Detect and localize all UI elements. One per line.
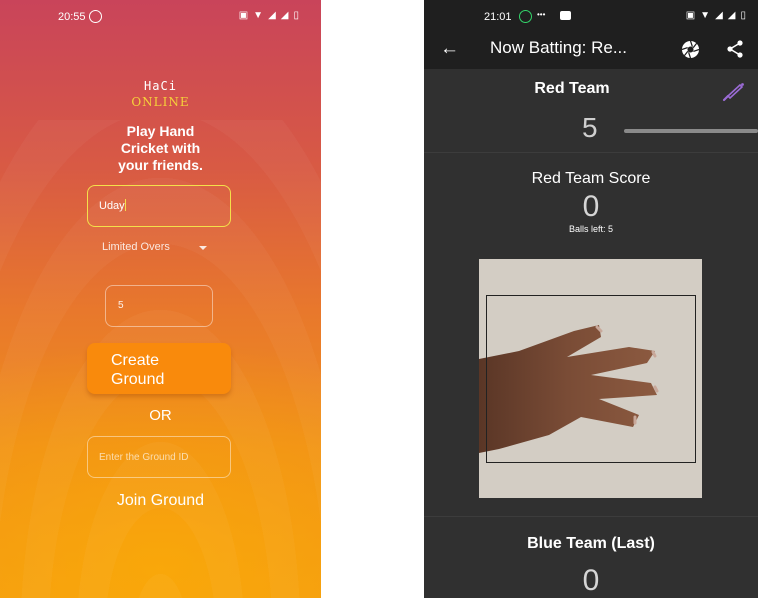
balls-left-text: Balls left: 5 (568, 224, 614, 234)
signal-icon-2: ◢ (727, 10, 736, 21)
create-ground-button[interactable]: Create Ground (87, 343, 231, 394)
score-label: Red Team Score (531, 170, 651, 187)
tagline-line: Cricket with (120, 140, 201, 156)
create-ground-screen: 20:55 ▣ ▼ ◢ ◢ ▯ HaCi ONLINE Play Hand Cr… (0, 0, 321, 598)
signal-icon: ◢ (715, 10, 723, 21)
status-bar: 21:01 ••• ▣ ▼ ◢ ◢ ▯ (424, 0, 758, 32)
app-bar: ← Now Batting: Re... (424, 32, 758, 69)
status-icons: ▣ ▼ ◢ ◢ ▯ (686, 11, 746, 21)
tagline-line: your friends. (118, 157, 203, 173)
tagline: Play Hand Cricket with your friends. (0, 123, 321, 174)
nfc-icon: ▣ (238, 10, 249, 21)
wifi-icon: ▼ (700, 10, 711, 21)
status-bar: 20:55 ▣ ▼ ◢ ◢ ▯ (0, 0, 321, 32)
back-arrow-icon[interactable]: ← (440, 38, 459, 60)
network-speed-icon: ••• (537, 10, 546, 19)
share-icon[interactable] (726, 39, 744, 59)
nfc-icon: ▣ (685, 10, 696, 21)
game-mode-dropdown[interactable]: Limited Overs (102, 241, 170, 253)
battery-icon: ▯ (293, 10, 299, 21)
opponent-team-name: Blue Team (Last) (527, 535, 655, 552)
wifi-icon: ▼ (253, 10, 264, 21)
create-button-label: Ground (111, 371, 165, 388)
player-name-value: Uday (99, 200, 125, 212)
dropdown-arrow-icon[interactable] (199, 246, 207, 250)
page-title: Now Batting: Re... (490, 38, 628, 57)
logo-line-1: HaCi (144, 79, 177, 93)
cricket-bat-icon (722, 83, 744, 102)
status-icons: ▣ ▼ ◢ ◢ ▯ (239, 11, 299, 21)
balls-selected-value: 5 (582, 112, 598, 143)
section-divider (424, 516, 758, 517)
logo-line-2: ONLINE (131, 95, 190, 109)
batting-team-name: Red Team (534, 80, 610, 97)
create-button-label: Create (111, 352, 160, 369)
match-screen: 21:01 ••• ▣ ▼ ◢ ◢ ▯ ← Now Batting: Re... (424, 0, 758, 598)
hand-detection-box (486, 295, 696, 463)
balls-slider[interactable] (624, 129, 758, 133)
score-value: 0 (582, 190, 600, 223)
opponent-score: 0 (582, 564, 600, 597)
player-name-input[interactable]: Uday (87, 185, 231, 227)
camera-status-icon (560, 11, 571, 20)
status-time: 21:01 (484, 11, 512, 23)
screenshot-stage: 20:55 ▣ ▼ ◢ ◢ ▯ HaCi ONLINE Play Hand Cr… (0, 0, 758, 598)
battery-icon: ▯ (740, 10, 746, 21)
tagline-line: Play Hand (126, 123, 195, 139)
join-ground-button[interactable]: Join Ground (0, 492, 321, 510)
status-time: 20:55 (58, 11, 86, 23)
or-separator: OR (149, 407, 172, 424)
overs-input[interactable]: 5 (105, 285, 213, 327)
whatsapp-icon (519, 10, 532, 23)
aperture-icon[interactable] (681, 40, 700, 59)
whatsapp-icon (89, 10, 102, 23)
signal-icon-2: ◢ (280, 10, 289, 21)
ground-id-input[interactable]: Enter the Ground ID (87, 436, 231, 478)
signal-icon: ◢ (268, 10, 276, 21)
text-cursor (124, 199, 126, 211)
